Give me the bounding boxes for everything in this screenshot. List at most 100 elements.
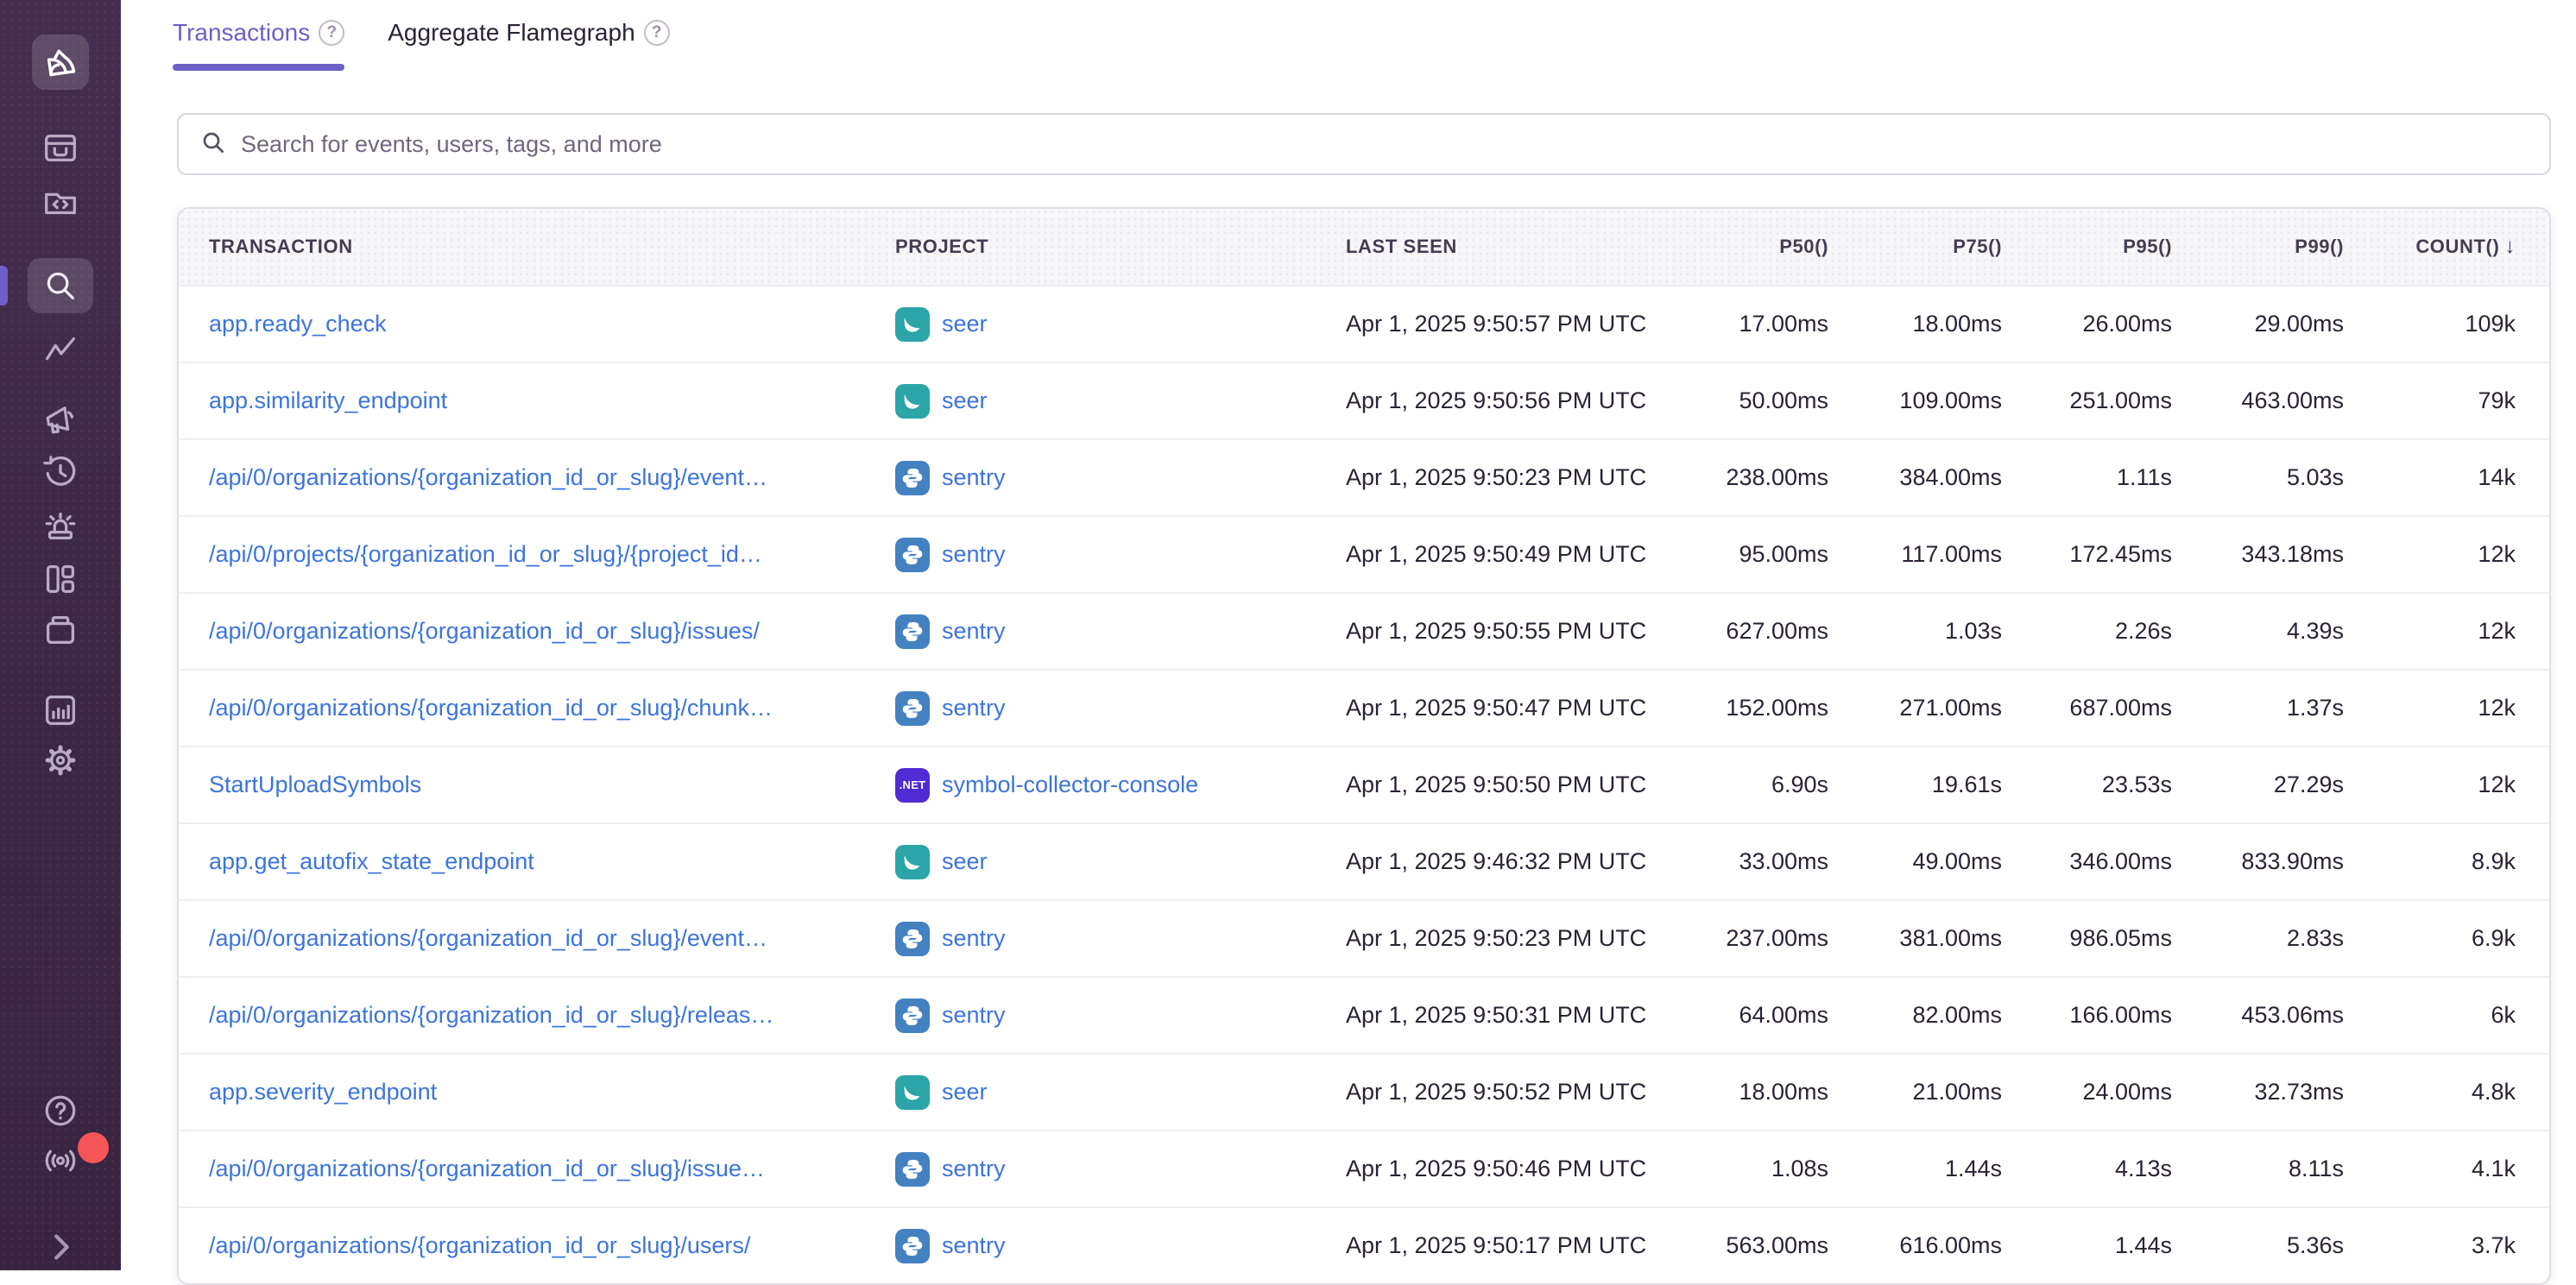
- sidebar-item-explore-active[interactable]: [28, 258, 93, 313]
- project-link[interactable]: seer: [942, 387, 988, 414]
- last-seen-value: Apr 1, 2025 9:50:52 PM UTC: [1346, 1079, 1673, 1105]
- table-row[interactable]: app.ready_check .NET seer Apr 1, 2025 9:…: [179, 287, 2549, 363]
- project-platform-icon: .NET: [895, 538, 930, 572]
- transaction-link[interactable]: /api/0/organizations/{organization_id_or…: [209, 925, 767, 951]
- count-value: 12k: [2344, 618, 2516, 645]
- column-header-last-seen[interactable]: LAST SEEN: [1346, 236, 1673, 258]
- sidebar-item-alerts[interactable]: [41, 506, 80, 545]
- chevron-right-icon: [41, 1227, 80, 1267]
- transaction-link[interactable]: /api/0/organizations/{organization_id_or…: [209, 1002, 773, 1028]
- project-platform-icon: .NET: [895, 922, 930, 956]
- p99-value: 453.06ms: [2172, 1002, 2344, 1029]
- sidebar-item-stats[interactable]: [41, 690, 80, 730]
- table-row[interactable]: /api/0/organizations/{organization_id_or…: [179, 978, 2549, 1055]
- sidebar-item-traces[interactable]: [41, 331, 80, 371]
- column-header-count[interactable]: COUNT()↓: [2344, 235, 2516, 259]
- column-header-project[interactable]: PROJECT: [887, 236, 1346, 258]
- project-link[interactable]: sentry: [942, 464, 1006, 491]
- p95-value: 172.45ms: [2002, 541, 2172, 568]
- count-value: 6.9k: [2344, 925, 2516, 952]
- p95-value: 1.11s: [2002, 464, 2172, 491]
- sidebar-expand-button[interactable]: [41, 1227, 80, 1267]
- column-header-p50[interactable]: P50(): [1673, 236, 1828, 258]
- sidebar-item-dashboards[interactable]: [41, 559, 80, 599]
- project-link[interactable]: seer: [942, 1079, 988, 1105]
- count-value: 12k: [2344, 541, 2516, 568]
- transaction-link[interactable]: /api/0/organizations/{organization_id_or…: [209, 1232, 750, 1258]
- help-question-icon[interactable]: ?: [644, 20, 670, 46]
- help-circle-icon: [41, 1091, 80, 1131]
- table-row[interactable]: /api/0/organizations/{organization_id_or…: [179, 594, 2549, 671]
- gear-icon: [41, 740, 80, 780]
- p50-value: 563.00ms: [1673, 1232, 1828, 1259]
- transaction-link[interactable]: app.similarity_endpoint: [209, 387, 447, 413]
- inbox-stack-icon: [41, 128, 80, 167]
- transaction-link[interactable]: StartUploadSymbols: [209, 772, 421, 797]
- sidebar-item-projects[interactable]: [41, 182, 80, 222]
- transaction-link[interactable]: app.severity_endpoint: [209, 1079, 437, 1105]
- transaction-link[interactable]: app.get_autofix_state_endpoint: [209, 848, 534, 874]
- p50-value: 237.00ms: [1673, 925, 1828, 952]
- megaphone-icon: [41, 400, 80, 440]
- table-row[interactable]: app.similarity_endpoint .NET seer Apr 1,…: [179, 363, 2549, 440]
- project-link[interactable]: sentry: [942, 1156, 1006, 1182]
- help-question-icon[interactable]: ?: [319, 20, 344, 46]
- table-row[interactable]: StartUploadSymbols .NET symbol-collector…: [179, 747, 2549, 824]
- sidebar-item-feedback[interactable]: [41, 400, 80, 440]
- table-row[interactable]: app.severity_endpoint .NET seer Apr 1, 2…: [179, 1055, 2549, 1131]
- project-link[interactable]: symbol-collector-console: [942, 772, 1198, 798]
- project-link[interactable]: sentry: [942, 695, 1006, 721]
- column-header-p95[interactable]: P95(): [2002, 236, 2172, 258]
- table-row[interactable]: app.get_autofix_state_endpoint .NET seer…: [179, 824, 2549, 901]
- p99-value: 463.00ms: [2172, 387, 2344, 414]
- column-header-p99[interactable]: P99(): [2172, 236, 2344, 258]
- p50-value: 33.00ms: [1673, 848, 1828, 875]
- sentry-logo-button[interactable]: [32, 35, 89, 90]
- p75-value: 109.00ms: [1828, 387, 2002, 414]
- p99-value: 4.39s: [2172, 618, 2344, 645]
- sidebar-item-settings[interactable]: [41, 740, 80, 780]
- transaction-link[interactable]: /api/0/organizations/{organization_id_or…: [209, 1156, 765, 1181]
- project-link[interactable]: sentry: [942, 1002, 1006, 1029]
- tab-transactions[interactable]: Transactions ?: [173, 19, 344, 71]
- table-row[interactable]: /api/0/organizations/{organization_id_or…: [179, 1208, 2549, 1283]
- project-link[interactable]: seer: [942, 311, 988, 337]
- transaction-link[interactable]: /api/0/organizations/{organization_id_or…: [209, 464, 767, 490]
- sidebar-item-whats-new[interactable]: [41, 1141, 80, 1181]
- column-header-p75[interactable]: P75(): [1828, 236, 2002, 258]
- project-link[interactable]: sentry: [942, 618, 1006, 645]
- last-seen-value: Apr 1, 2025 9:50:23 PM UTC: [1346, 464, 1673, 491]
- count-value: 109k: [2344, 311, 2516, 337]
- sidebar-item-help[interactable]: [41, 1091, 80, 1131]
- sidebar: [0, 0, 121, 1270]
- table-row[interactable]: /api/0/organizations/{organization_id_or…: [179, 1131, 2549, 1208]
- p99-value: 5.36s: [2172, 1232, 2344, 1259]
- layout-board-icon: [41, 559, 80, 599]
- transaction-link[interactable]: /api/0/organizations/{organization_id_or…: [209, 695, 773, 721]
- tab-aggregate-flamegraph-label: Aggregate Flamegraph: [388, 19, 635, 47]
- transaction-link[interactable]: /api/0/organizations/{organization_id_or…: [209, 618, 760, 644]
- sidebar-item-replays[interactable]: [41, 452, 80, 492]
- transaction-link[interactable]: app.ready_check: [209, 311, 387, 337]
- table-row[interactable]: /api/0/projects/{organization_id_or_slug…: [179, 517, 2549, 594]
- table-header-row: TRANSACTION PROJECT LAST SEEN P50() P75(…: [179, 209, 2549, 287]
- p50-value: 17.00ms: [1673, 311, 1828, 337]
- project-link[interactable]: seer: [942, 848, 988, 875]
- project-link[interactable]: sentry: [942, 1232, 1006, 1259]
- project-platform-icon: .NET: [895, 461, 930, 495]
- search-input[interactable]: Search for events, users, tags, and more: [177, 113, 2551, 175]
- p99-value: 5.03s: [2172, 464, 2344, 491]
- column-header-transaction[interactable]: TRANSACTION: [179, 236, 887, 258]
- tab-aggregate-flamegraph[interactable]: Aggregate Flamegraph ?: [388, 19, 669, 71]
- project-link[interactable]: sentry: [942, 541, 1006, 568]
- transactions-table: TRANSACTION PROJECT LAST SEEN P50() P75(…: [177, 207, 2551, 1285]
- project-link[interactable]: sentry: [942, 925, 1006, 952]
- project-platform-icon: .NET: [895, 1075, 930, 1110]
- table-row[interactable]: /api/0/organizations/{organization_id_or…: [179, 440, 2549, 517]
- table-row[interactable]: /api/0/organizations/{organization_id_or…: [179, 671, 2549, 747]
- search-icon: [199, 129, 227, 161]
- sidebar-item-releases[interactable]: [41, 610, 80, 650]
- transaction-link[interactable]: /api/0/projects/{organization_id_or_slug…: [209, 541, 762, 567]
- table-row[interactable]: /api/0/organizations/{organization_id_or…: [179, 901, 2549, 978]
- sidebar-item-issues[interactable]: [41, 128, 80, 167]
